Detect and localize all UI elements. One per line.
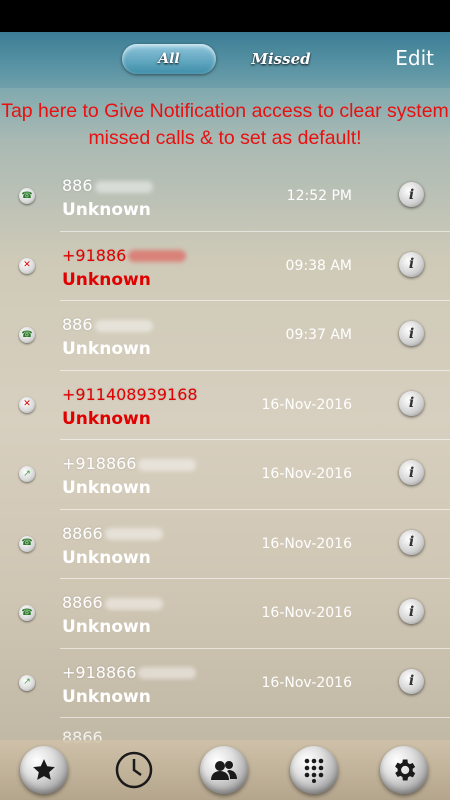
- call-time: 16-Nov-2016: [261, 535, 353, 552]
- call-name: Unknown: [62, 617, 151, 637]
- call-row[interactable]: ☎ 886 Unknown 09:37 AM i: [0, 301, 450, 371]
- gear-icon: [395, 759, 416, 781]
- redacted-digits: [94, 180, 153, 193]
- recents-button[interactable]: [110, 746, 158, 794]
- call-time: 09:37 AM: [285, 327, 352, 343]
- contacts-button[interactable]: [200, 746, 248, 794]
- status-bar: [0, 0, 450, 32]
- redacted-digits: [138, 667, 197, 679]
- dialpad-button[interactable]: [290, 746, 338, 794]
- call-name: Unknown: [62, 200, 151, 220]
- call-time: 16-Nov-2016: [261, 674, 353, 691]
- call-row[interactable]: ☎ 8866 Unknown 16-Nov-2016 i: [0, 579, 450, 649]
- call-time: 16-Nov-2016: [261, 605, 353, 621]
- favorites-button[interactable]: [20, 746, 68, 794]
- call-name: Unknown: [62, 478, 151, 498]
- redacted-digits: [94, 319, 153, 332]
- info-icon[interactable]: i: [399, 251, 424, 277]
- call-name: Unknown: [62, 547, 151, 568]
- call-number: +911408939168: [62, 384, 198, 404]
- call-time: 16-Nov-2016: [261, 466, 353, 482]
- call-number: 886: [62, 176, 153, 195]
- call-number: 886: [62, 315, 153, 334]
- call-name: Unknown: [62, 686, 151, 707]
- missed-call-icon: ✕: [19, 257, 35, 274]
- redacted-digits: [104, 528, 163, 540]
- redacted-digits: [128, 250, 187, 262]
- info-icon[interactable]: i: [399, 460, 424, 485]
- call-time: 16-Nov-2016: [261, 396, 353, 413]
- call-number: +918866: [62, 454, 197, 473]
- incoming-call-icon: ☎: [19, 327, 35, 343]
- redacted-digits: [104, 597, 163, 610]
- call-number: 8866: [62, 593, 163, 612]
- info-icon[interactable]: i: [399, 182, 424, 207]
- missed-call-icon: ✕: [19, 396, 35, 413]
- info-icon[interactable]: i: [399, 599, 424, 624]
- call-number: +918866: [62, 663, 197, 682]
- info-icon[interactable]: i: [399, 529, 424, 555]
- call-row[interactable]: ✕ +911408939168 Unknown 16-Nov-2016 i: [0, 371, 450, 441]
- call-name: Unknown: [62, 339, 151, 359]
- redacted-digits: [138, 458, 197, 471]
- call-number: 8866: [62, 524, 163, 543]
- clock-icon: [115, 751, 153, 789]
- contacts-icon: [211, 761, 237, 780]
- incoming-call-icon: ☎: [19, 605, 35, 621]
- call-log-list: ☎ 886 Unknown 12:52 PM i ✕ +91886 Unknow…: [0, 162, 450, 718]
- info-icon[interactable]: i: [399, 321, 424, 346]
- tab-all[interactable]: All: [122, 44, 216, 74]
- star-icon: [33, 759, 55, 780]
- info-icon[interactable]: i: [399, 668, 424, 694]
- settings-button[interactable]: [380, 746, 428, 794]
- incoming-call-icon: ☎: [19, 188, 35, 204]
- info-icon[interactable]: i: [399, 390, 424, 416]
- call-row[interactable]: ☎ 886 Unknown 12:52 PM i: [0, 162, 450, 232]
- call-row[interactable]: ↗ +918866 Unknown 16-Nov-2016 i: [0, 649, 450, 719]
- top-bar: All Missed Edit: [0, 32, 450, 88]
- call-name: Unknown: [62, 269, 151, 290]
- outgoing-call-icon: ↗: [19, 674, 35, 691]
- call-name: Unknown: [62, 408, 151, 429]
- bottom-nav: [0, 740, 450, 800]
- call-row[interactable]: ☎ 8866 Unknown 16-Nov-2016 i: [0, 510, 450, 580]
- call-number: +91886: [62, 246, 187, 265]
- tab-missed[interactable]: Missed: [236, 44, 326, 74]
- notification-access-banner[interactable]: Tap here to Give Notification access to …: [0, 98, 450, 152]
- incoming-call-icon: ☎: [19, 535, 35, 552]
- dialpad-icon: [304, 758, 324, 783]
- call-time: 09:38 AM: [285, 257, 352, 274]
- call-time: 12:52 PM: [286, 188, 352, 204]
- edit-button[interactable]: Edit: [395, 46, 434, 70]
- call-row[interactable]: ✕ +91886 Unknown 09:38 AM i: [0, 232, 450, 302]
- call-row[interactable]: ↗ +918866 Unknown 16-Nov-2016 i: [0, 440, 450, 510]
- outgoing-call-icon: ↗: [19, 466, 35, 482]
